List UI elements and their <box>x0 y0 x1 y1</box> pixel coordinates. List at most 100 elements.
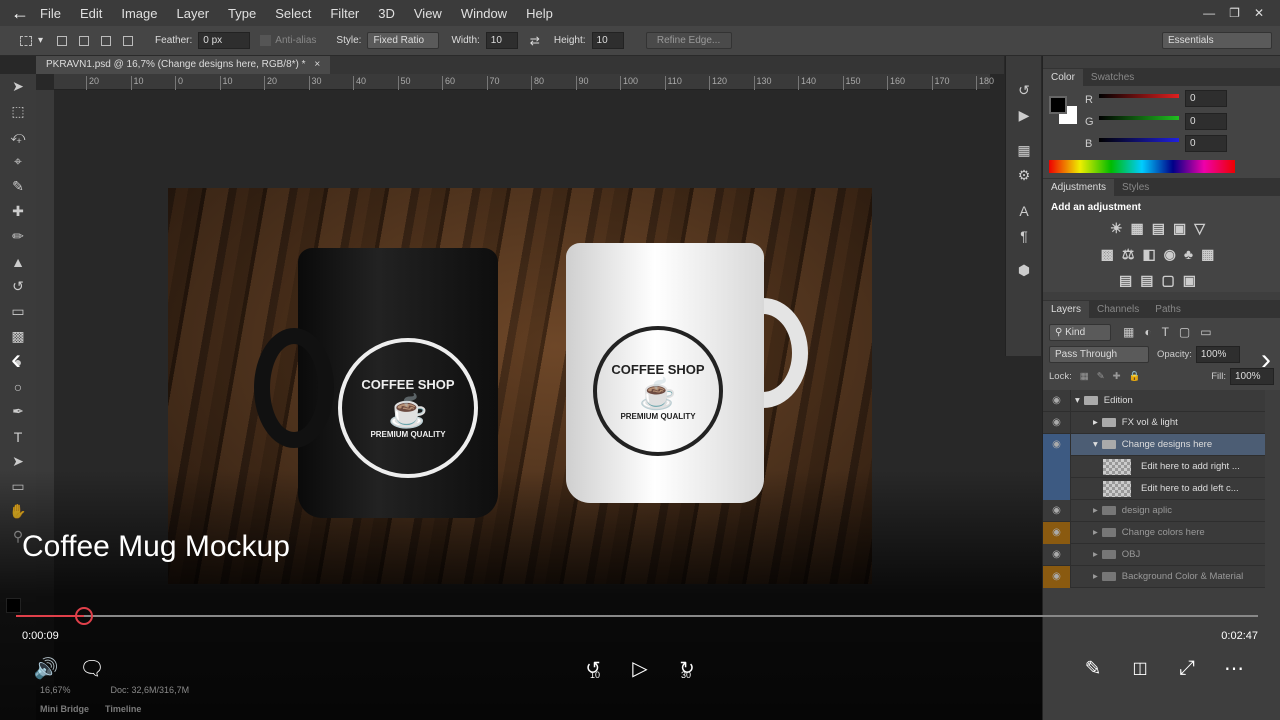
menu-edit[interactable]: Edit <box>80 6 102 21</box>
3d-icon[interactable]: ⬢ <box>1006 258 1042 283</box>
menu-select[interactable]: Select <box>275 6 311 21</box>
intersect-selection-icon[interactable] <box>123 35 134 46</box>
previous-chevron-icon[interactable]: ‹ <box>0 343 32 376</box>
tab-channels[interactable]: Channels <box>1089 301 1147 318</box>
eye-icon[interactable]: ◉ <box>1043 565 1071 588</box>
document-tab[interactable]: PKRAVN1.psd @ 16,7% (Change designs here… <box>36 56 331 74</box>
menu-type[interactable]: Type <box>228 6 256 21</box>
refine-edge-button[interactable]: Refine Edge... <box>645 32 732 49</box>
layer-row[interactable]: Edit here to add right ... <box>1043 455 1265 478</box>
actions-icon[interactable]: ▶ <box>1006 103 1042 128</box>
spectrum-bar[interactable] <box>1049 160 1235 173</box>
subtract-selection-icon[interactable] <box>101 35 112 46</box>
clone-source-icon[interactable]: ⚙ <box>1006 163 1042 188</box>
tab-layers[interactable]: Layers <box>1043 301 1090 318</box>
lock-icons[interactable]: ▦✎✚🔒 <box>1080 371 1149 382</box>
eraser-tool-icon[interactable]: ▭ <box>0 299 36 324</box>
layer-row[interactable]: Edit here to add left c... <box>1043 477 1265 500</box>
menu-layer[interactable]: Layer <box>177 6 210 21</box>
adjustment-icons[interactable]: ☀▦▤▣▽ ▩⚖◧◉♣▦ ▤▤▢▣ <box>1051 215 1272 293</box>
close-icon[interactable]: ✕ <box>1254 6 1264 20</box>
tab-paths[interactable]: Paths <box>1147 301 1189 318</box>
r-input[interactable]: 0 <box>1185 90 1227 107</box>
restore-icon[interactable]: ❐ <box>1229 6 1240 20</box>
pencil-icon[interactable]: ✎ <box>1077 652 1109 684</box>
layer-row[interactable]: ◉ ▸ OBJ <box>1043 543 1265 566</box>
captions-icon[interactable]: 🗨 <box>76 652 108 684</box>
tab-mini-bridge[interactable]: Mini Bridge <box>40 704 89 714</box>
play-button[interactable]: ▷ <box>624 652 656 684</box>
next-chevron-icon[interactable]: › <box>1250 343 1280 376</box>
character-icon[interactable]: A <box>1006 198 1042 223</box>
kind-filter[interactable]: ⚲ Kind <box>1049 323 1111 341</box>
layer-row-selected[interactable]: ◉ ▾ Change designs here <box>1043 433 1265 456</box>
back-arrow-icon[interactable]: ← <box>0 3 40 24</box>
filter-icons[interactable]: ▦◐T▢▭ <box>1123 325 1222 339</box>
eye-icon[interactable]: ◉ <box>1043 389 1071 412</box>
seek-bar[interactable] <box>16 615 1258 617</box>
menu-help[interactable]: Help <box>526 6 553 21</box>
b-slider[interactable] <box>1099 138 1179 142</box>
stamp-tool-icon[interactable]: ▲ <box>0 249 36 274</box>
b-input[interactable]: 0 <box>1185 135 1227 152</box>
type-tool-icon[interactable]: T <box>0 424 36 449</box>
tab-swatches[interactable]: Swatches <box>1083 69 1142 86</box>
tab-timeline[interactable]: Timeline <box>105 704 141 714</box>
workspace-select[interactable]: Essentials <box>1162 32 1272 49</box>
menu-view[interactable]: View <box>414 6 442 21</box>
move-tool-icon[interactable]: ➤ <box>0 74 36 99</box>
r-slider[interactable] <box>1099 94 1179 98</box>
menu-image[interactable]: Image <box>121 6 157 21</box>
chevron-down-icon[interactable]: ▾ <box>38 35 43 46</box>
miniplayer-icon[interactable]: ◫ <box>1124 652 1156 684</box>
menu-filter[interactable]: Filter <box>330 6 359 21</box>
swap-icon[interactable]: ⇄ <box>530 34 540 48</box>
more-options-icon[interactable]: ⋯ <box>1218 652 1250 684</box>
lasso-tool-icon[interactable]: ⤽ <box>0 124 36 149</box>
layer-row[interactable]: ◉ ▸ Background Color & Material <box>1043 565 1265 588</box>
zoom-level[interactable]: 16,67% <box>40 685 71 699</box>
g-slider[interactable] <box>1099 116 1179 120</box>
opacity-input[interactable]: 100% <box>1195 345 1240 363</box>
visibility-box[interactable] <box>1043 477 1071 500</box>
width-input[interactable]: 10 <box>485 32 518 49</box>
menu-3d[interactable]: 3D <box>378 6 395 21</box>
tab-adjustments[interactable]: Adjustments <box>1043 179 1115 196</box>
forward-button[interactable]: ↻ 30 <box>671 652 703 684</box>
history-icon[interactable]: ↺ <box>1006 78 1042 103</box>
layer-row[interactable]: ◉ ▸ Change colors here <box>1043 521 1265 544</box>
style-select[interactable]: Fixed Ratio <box>367 32 440 49</box>
brush-tool-icon[interactable]: ✏ <box>0 224 36 249</box>
marquee-tool-icon[interactable]: ⬚ <box>0 99 36 124</box>
tab-color[interactable]: Color <box>1043 69 1083 86</box>
brush-presets-icon[interactable]: ▦ <box>1006 138 1042 163</box>
tab-styles[interactable]: Styles <box>1114 179 1157 196</box>
healing-tool-icon[interactable]: ✚ <box>0 199 36 224</box>
new-selection-icon[interactable] <box>57 35 68 46</box>
volume-icon[interactable]: 🔊 <box>30 652 62 684</box>
exit-fullscreen-icon[interactable]: ⤢ <box>1171 652 1203 684</box>
marquee-tool-icon[interactable] <box>20 35 32 46</box>
eyedropper-tool-icon[interactable]: ✎ <box>0 174 36 199</box>
history-brush-icon[interactable]: ↺ <box>0 274 36 299</box>
paragraph-icon[interactable]: ¶ <box>1006 223 1042 248</box>
add-selection-icon[interactable] <box>79 35 90 46</box>
dodge-tool-icon[interactable]: ○ <box>0 374 36 399</box>
close-tab-icon[interactable]: × <box>314 59 320 70</box>
eye-icon[interactable]: ◉ <box>1043 499 1071 522</box>
eye-icon[interactable]: ◉ <box>1043 521 1071 544</box>
eye-icon[interactable]: ◉ <box>1043 543 1071 566</box>
height-input[interactable]: 10 <box>591 32 624 49</box>
layer-row[interactable]: ◉ ▸ FX vol & light <box>1043 411 1265 434</box>
minimize-icon[interactable]: — <box>1203 6 1215 20</box>
g-input[interactable]: 0 <box>1185 113 1227 130</box>
visibility-box[interactable] <box>1043 455 1071 478</box>
layer-row[interactable]: ◉ ▾ Edition <box>1043 389 1265 412</box>
rewind-button[interactable]: ↺ 10 <box>577 652 609 684</box>
pen-tool-icon[interactable]: ✒ <box>0 399 36 424</box>
menu-window[interactable]: Window <box>461 6 507 21</box>
antialias-checkbox[interactable] <box>260 35 272 46</box>
menu-file[interactable]: File <box>40 6 61 21</box>
eye-icon[interactable]: ◉ <box>1043 411 1071 434</box>
foreground-color[interactable] <box>1049 96 1067 114</box>
